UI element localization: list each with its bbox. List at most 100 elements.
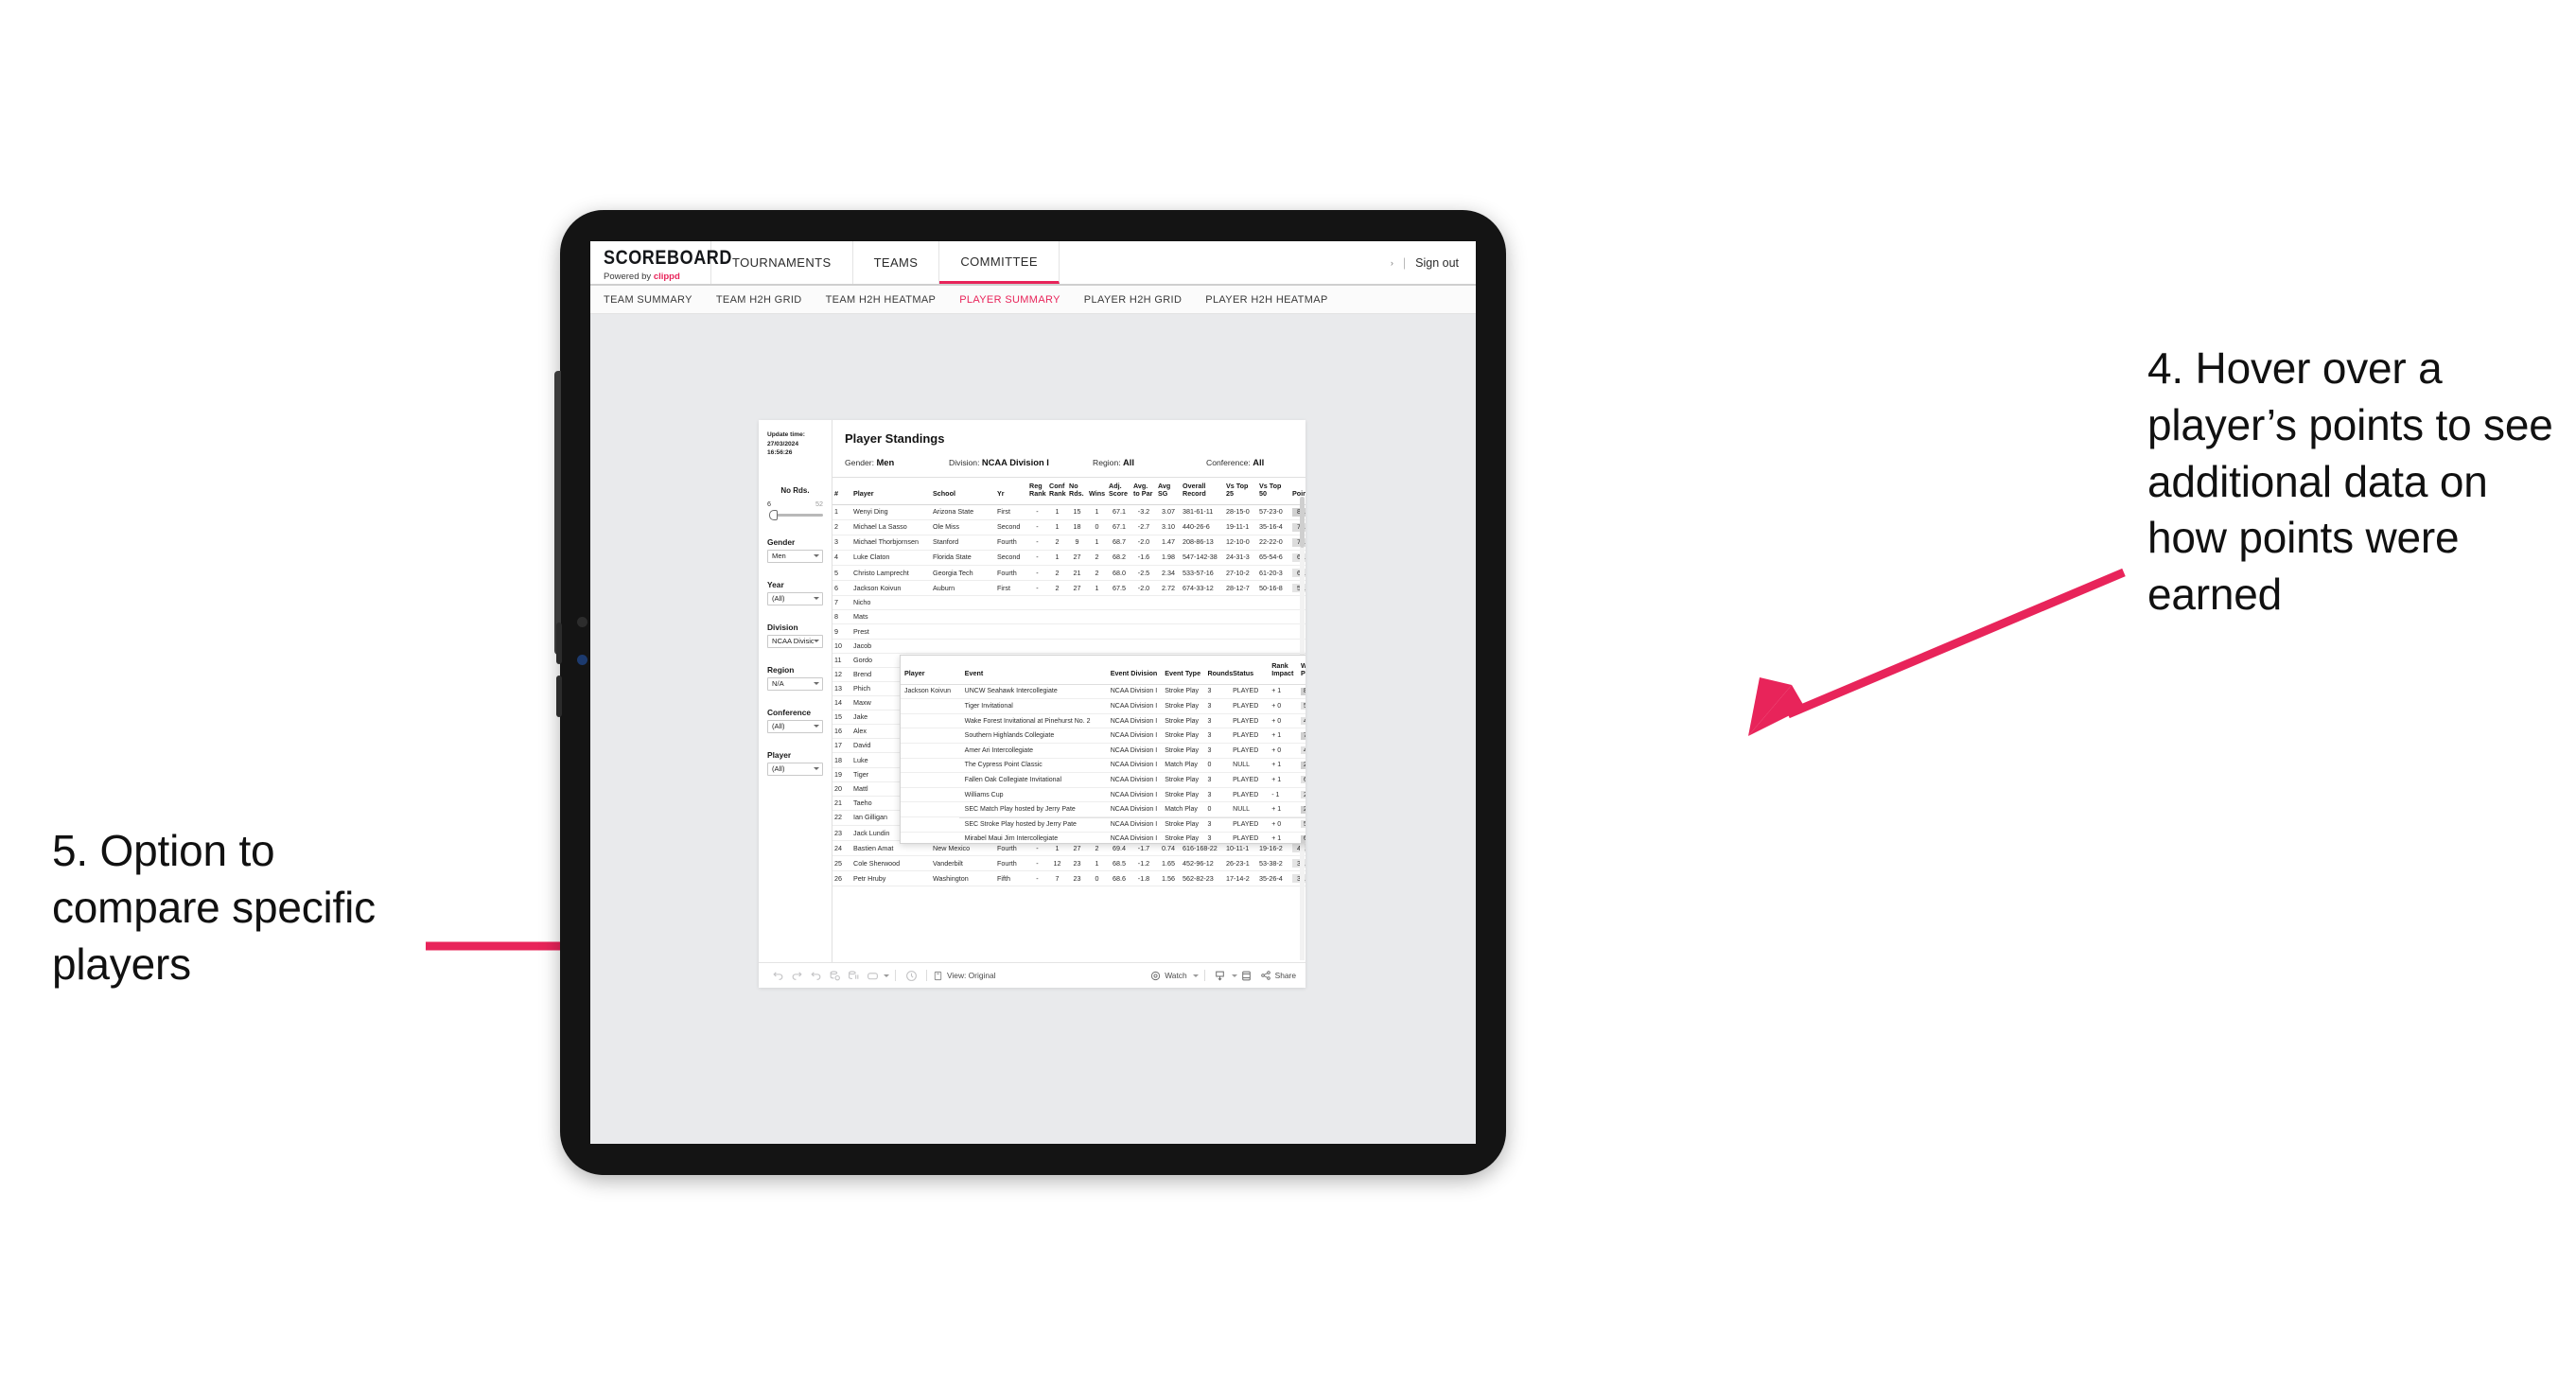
col-conf-rank[interactable]: Conf Rank: [1047, 478, 1067, 505]
filter-select-player[interactable]: (All): [767, 762, 823, 776]
tablet-front-camera: [577, 617, 587, 627]
table-row[interactable]: 5 Christo Lamprecht Georgia Tech Fourth -2 21…: [832, 565, 1306, 582]
pause-auto-update-icon[interactable]: [902, 966, 920, 985]
list-item: SEC Match Play hosted by Jerry Pate NCAA …: [901, 801, 1306, 817]
watch-button[interactable]: Watch: [1150, 971, 1199, 981]
col-vs-top-25[interactable]: Vs Top 25: [1224, 478, 1257, 505]
cell-yr: Fourth: [995, 855, 1027, 872]
cell-adj: 67.1: [1107, 504, 1131, 520]
tt-wpoints-value: 83.64: [1301, 687, 1306, 695]
subnav-item-player-summary[interactable]: PLAYER SUMMARY: [959, 294, 1060, 306]
account-chevron-icon[interactable]: ›: [1391, 258, 1393, 268]
nav-item-committee[interactable]: COMMITTEE: [939, 241, 1060, 284]
view-original-button[interactable]: View: Original: [933, 971, 996, 981]
table-row[interactable]: 2 Michael La Sasso Ole Miss Second -1 18 0 67.1…: [832, 519, 1306, 535]
nav-item-teams[interactable]: TEAMS: [853, 241, 940, 284]
table-row[interactable]: 10 Jacob: [832, 639, 1306, 654]
nav-item-tournaments[interactable]: TOURNAMENTS: [711, 241, 853, 284]
tablet-volume-down-button[interactable]: [556, 675, 562, 717]
col-reg-rank[interactable]: Reg Rank: [1027, 478, 1047, 505]
cell-par: -2.0: [1131, 580, 1156, 597]
slider-handle[interactable]: [769, 509, 778, 520]
chevron-down-icon[interactable]: [884, 974, 889, 977]
col-vs-top-50[interactable]: Vs Top 50: [1257, 478, 1290, 505]
tt-cell-rounds: 3: [1203, 832, 1230, 843]
no-rounds-min: 6: [767, 499, 771, 508]
cell-conf: 1: [1047, 550, 1067, 567]
filter-select-conference[interactable]: (All): [767, 719, 823, 733]
tablet-volume-up-button[interactable]: [556, 623, 562, 664]
tt-cell-type: Stroke Play: [1161, 698, 1204, 714]
download-icon[interactable]: [1211, 966, 1230, 985]
table-row[interactable]: 3 Michael Thorbjornsen Stanford Fourth -2 9 1 6…: [832, 535, 1306, 551]
tt-cell-type: Stroke Play: [1161, 743, 1204, 759]
device-layout-icon[interactable]: [863, 966, 882, 985]
tt-cell-wpoints: 47.57: [1297, 743, 1306, 759]
subnav-item-team-summary[interactable]: TEAM SUMMARY: [604, 294, 692, 306]
cell-sg: 2.72: [1156, 580, 1181, 597]
refresh-data-icon[interactable]: [825, 966, 844, 985]
filter-select-region[interactable]: N/A: [767, 676, 823, 691]
table-row[interactable]: 4 Luke Claton Florida State Second -1 27 2 68.2…: [832, 550, 1306, 567]
undo-icon[interactable]: [768, 966, 787, 985]
tt-cell-status: PLAYED: [1229, 787, 1269, 803]
cell-t50: 35-26-4: [1257, 870, 1290, 887]
pause-data-icon[interactable]: [844, 966, 863, 985]
table-row[interactable]: 8 Mats: [832, 609, 1306, 625]
tt-cell-event: Fallen Oak Collegiate Invitational: [960, 772, 1107, 788]
col-player[interactable]: Player: [851, 478, 931, 505]
subnav-item-team-h2h-grid[interactable]: TEAM H2H GRID: [716, 294, 802, 306]
tt-cell-player-blank: [901, 772, 961, 788]
col-adj-score[interactable]: Adj. Score: [1107, 478, 1131, 505]
table-row[interactable]: 26 Petr Hruby Washington Fifth -7 23 0 68.6 -1.8…: [832, 870, 1306, 887]
cell-rank: 17: [832, 738, 851, 754]
cell-record: 533-57-16: [1181, 565, 1224, 582]
account-area: › | Sign out: [1391, 241, 1476, 284]
col-no-rds[interactable]: No Rds.: [1067, 478, 1087, 505]
table-row[interactable]: 1 Wenyi Ding Arizona State First -1 15 1 67.1 -3…: [832, 504, 1306, 520]
filter-select-division[interactable]: NCAA Division I: [767, 634, 823, 648]
tt-cell-impact: + 0: [1268, 713, 1298, 729]
redo-icon[interactable]: [787, 966, 806, 985]
filter-group-division: Division NCAA Division I: [767, 623, 823, 648]
no-rounds-slider[interactable]: [767, 509, 823, 520]
cell-t25: 17-14-2: [1224, 870, 1257, 887]
tt-cell-type: Stroke Play: [1161, 816, 1204, 833]
cell-obscured: [931, 609, 1306, 625]
tt-col-rounds: Rounds: [1203, 656, 1233, 685]
table-row[interactable]: 6 Jackson Koivun Auburn First -2 27 1 67.5 -2.0 2…: [832, 580, 1306, 597]
table-row[interactable]: 7 Nicho: [832, 595, 1306, 611]
col-avg-sg[interactable]: Avg SG: [1156, 478, 1181, 505]
share-button[interactable]: Share: [1260, 970, 1296, 981]
brand-logo[interactable]: SCOREBOARD Powered by clippd: [590, 241, 731, 284]
share-label: Share: [1274, 971, 1296, 980]
filter-select-gender[interactable]: Men: [767, 549, 823, 563]
revert-icon[interactable]: [806, 966, 825, 985]
subnav-item-player-h2h-heatmap[interactable]: PLAYER H2H HEATMAP: [1205, 294, 1327, 306]
col-rank[interactable]: #: [832, 478, 851, 505]
chevron-down-icon[interactable]: [1192, 974, 1199, 977]
cell-conf: 1: [1047, 519, 1067, 535]
points-tooltip: Player Event Event Division Event Type R…: [900, 655, 1306, 844]
col-school[interactable]: School: [931, 478, 995, 505]
filter-select-year[interactable]: (All): [767, 591, 823, 605]
subnav-item-team-h2h-heatmap[interactable]: TEAM H2H HEATMAP: [826, 294, 937, 306]
col-avg-to-par[interactable]: Avg. to Par: [1131, 478, 1156, 505]
col-overall-record[interactable]: Overall Record: [1181, 478, 1224, 505]
cell-school: Arizona State: [931, 504, 995, 520]
cell-rank: 1: [832, 504, 851, 520]
table-row[interactable]: 9 Prest: [832, 623, 1306, 640]
tt-cell-player: Jackson Koivun: [901, 684, 961, 700]
sign-out-link[interactable]: Sign out: [1415, 256, 1459, 270]
scrollbar-thumb[interactable]: [1300, 497, 1305, 548]
fullscreen-icon[interactable]: [1237, 966, 1256, 985]
table-row[interactable]: 25 Cole Sherwood Vanderbilt Fourth -12 23 1 68.…: [832, 855, 1306, 872]
viz-active-filters: Gender: Men Division: NCAA Division I Re…: [832, 446, 1306, 478]
col-wins[interactable]: Wins: [1087, 478, 1107, 505]
cell-rds: 9: [1067, 535, 1087, 551]
col-yr[interactable]: Yr: [995, 478, 1027, 505]
tt-cell-type: Stroke Play: [1161, 772, 1204, 788]
subnav-item-player-h2h-grid[interactable]: PLAYER H2H GRID: [1084, 294, 1182, 306]
cell-school: Ole Miss: [931, 519, 995, 535]
cell-conf: 12: [1047, 855, 1067, 872]
